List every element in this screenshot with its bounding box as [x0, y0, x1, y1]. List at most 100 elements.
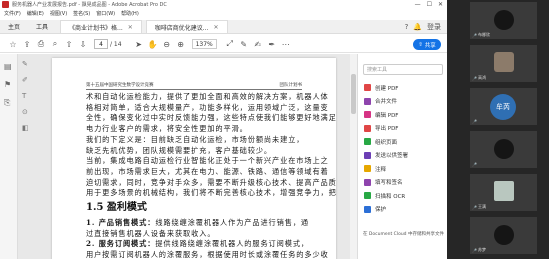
- tool-send-sign[interactable]: 发送以供签署: [364, 149, 408, 163]
- next-page-icon[interactable]: ⇩: [76, 40, 90, 49]
- print-icon[interactable]: ⎙: [34, 39, 48, 49]
- avatar: [494, 10, 514, 30]
- tool-organize-pages[interactable]: 组织页面: [364, 135, 408, 149]
- tab-tools[interactable]: 工具: [28, 20, 56, 33]
- more-icon[interactable]: ⋯: [279, 40, 293, 49]
- participant-tile[interactable]: 牟芮 🎤: [470, 88, 537, 125]
- menu-edit[interactable]: 编辑(E): [27, 10, 44, 17]
- tool-create-pdf[interactable]: 创建 PDF: [364, 81, 408, 95]
- send-sign-icon: [364, 151, 371, 159]
- tab-document-2-label: 咖啡店商优化建议...: [154, 24, 209, 32]
- annotate-icon[interactable]: ✎: [22, 60, 29, 68]
- prev-page-icon[interactable]: ⇧: [62, 40, 76, 49]
- select-cursor-icon[interactable]: ➤: [132, 40, 146, 49]
- fit-page-icon[interactable]: ⤢: [223, 39, 237, 49]
- combine-files-icon: [364, 97, 371, 105]
- tool-protect[interactable]: 保护: [364, 203, 408, 217]
- highlight-icon[interactable]: ◧: [22, 124, 29, 132]
- comment-tool-icon[interactable]: ✎: [237, 40, 251, 49]
- hand-tool-icon[interactable]: ✋: [146, 40, 160, 49]
- upload-icon[interactable]: ⇪: [20, 40, 34, 49]
- share-button[interactable]: ⇧ 共享: [413, 39, 441, 50]
- acrobat-logo-icon: [2, 1, 9, 8]
- pdf-page: 第十五届中国研究生数学设计竞赛 团队计划书 术和自动化运检能力，提供了更加全面和…: [52, 58, 336, 259]
- tool-edit-pdf[interactable]: 编辑 PDF: [364, 108, 408, 122]
- scrollbar-thumb[interactable]: [351, 74, 356, 114]
- mic-icon: 🎤: [472, 162, 477, 167]
- mic-icon: 🎤: [472, 204, 477, 210]
- tab-document[interactable]: 《商业计划书》格... ✕: [60, 20, 142, 33]
- minimize-button[interactable]: —: [415, 1, 421, 8]
- page-number-input[interactable]: 4: [94, 39, 108, 49]
- menu-file[interactable]: 文件(F): [4, 10, 21, 17]
- body-line: 当前，集成电路自动运检行业智能化正处于一个新兴产业在市场上之: [86, 156, 329, 166]
- vertical-scrollbar[interactable]: [350, 54, 357, 259]
- bell-icon[interactable]: 🔔: [413, 23, 422, 31]
- toolbar: ☆ ⇪ ⎙ ⌕ ⇧ ⇩ 4 / 14 ➤ ✋ ⊖ ⊕ 137% ⤢ ✎ ✍ ✒ …: [0, 36, 447, 53]
- participant-tile[interactable]: 🎤 布娜欣: [470, 2, 537, 39]
- tools-search-input[interactable]: 搜索工具: [363, 64, 443, 75]
- tool-label: 扫描和 OCR: [375, 193, 406, 200]
- header-right: 团队计划书: [279, 83, 303, 88]
- tab-document-label: 《商业计划书》格...: [69, 24, 123, 32]
- tab-bar: 主页 工具 《商业计划书》格... ✕ 咖啡店商优化建议... ✕ ? 🔔 登录: [0, 20, 447, 34]
- close-button[interactable]: ✕: [438, 1, 443, 8]
- participant-tile[interactable]: 🎤: [470, 131, 537, 168]
- tool-comment[interactable]: 注释: [364, 162, 408, 176]
- tab-home[interactable]: 主页: [0, 20, 28, 33]
- participant-tile[interactable]: 🎤 王满: [470, 174, 537, 211]
- text-icon[interactable]: T: [22, 92, 29, 100]
- bookmarks-panel-icon[interactable]: ⚑: [4, 80, 11, 89]
- menu-sign[interactable]: 签名(S): [73, 10, 90, 17]
- list-line: 过直接销售机器人设备来获取收入。: [86, 229, 316, 240]
- close-tab-2-icon[interactable]: ✕: [214, 24, 219, 31]
- window-title: 服务机器人产业发展报告.pdf - 飘晃成品图 - Adobe Acrobat …: [12, 2, 167, 8]
- tool-combine-files[interactable]: 合并文件: [364, 95, 408, 109]
- search-icon[interactable]: ⌕: [48, 39, 62, 49]
- tool-list: 创建 PDF 合并文件 编辑 PDF 导出 PDF 组织页面 发送以供签署 注释…: [364, 81, 408, 216]
- attachments-icon[interactable]: ⎘: [4, 98, 10, 108]
- body-line: 缺乏先机优势，团队规模需要扩充，客户基础较少。: [86, 145, 273, 155]
- zoom-select[interactable]: 137%: [191, 39, 217, 49]
- menu-bar: 文件(F) 编辑(E) 视图(V) 签名(S) 窗口(W) 帮助(H): [0, 9, 447, 18]
- draw-icon[interactable]: ✐: [22, 76, 29, 84]
- tool-label: 组织页面: [375, 139, 398, 146]
- export-pdf-icon: [364, 124, 371, 132]
- sign-tool-icon[interactable]: ✒: [265, 40, 279, 49]
- pen-tool-icon[interactable]: ✍: [251, 40, 265, 49]
- participant-tile[interactable]: 🎤 高鸿: [470, 45, 537, 82]
- menu-view[interactable]: 视图(V): [50, 10, 67, 17]
- document-area[interactable]: ✎ ✐ T ⊙ ◧ 第十五届中国研究生数学设计竞赛 团队计划书 术和自动化运检能…: [18, 54, 350, 259]
- page-thumbnails-icon[interactable]: ▤: [4, 62, 12, 71]
- help-icon[interactable]: ?: [405, 23, 409, 31]
- tool-fill-sign[interactable]: 填写和签名: [364, 176, 408, 190]
- tool-scan-ocr[interactable]: 扫描和 OCR: [364, 189, 408, 203]
- tool-label: 编辑 PDF: [375, 112, 399, 119]
- participant-tile[interactable]: 🎤 苏梦: [470, 217, 537, 254]
- body-line: 电力行业客户的需求，将安全性更加的平滑。: [86, 124, 248, 134]
- maximize-button[interactable]: ☐: [427, 1, 432, 8]
- mic-icon: 🎤: [472, 32, 477, 38]
- close-tab-icon[interactable]: ✕: [128, 24, 133, 31]
- zoom-out-icon[interactable]: ⊖: [160, 40, 174, 49]
- list-line: 用户按需订阅机器人的涂覆服务，根据使用时长或涂覆任务的多少收: [86, 250, 328, 259]
- menu-window[interactable]: 窗口(W): [96, 10, 115, 17]
- tab-document-2[interactable]: 咖啡店商优化建议... ✕: [145, 20, 228, 33]
- list-text: 1. 产品销售模式：线路绕缠涂覆机器人作为产品进行销售，通 过直接销售机器人设备…: [86, 218, 328, 259]
- list-body: 提供线路绕缠涂覆机器人的服务订阅模式，: [155, 239, 309, 249]
- mic-icon: 🎤: [472, 247, 477, 253]
- bookmark-icon[interactable]: ☆: [6, 40, 20, 49]
- stamp-icon[interactable]: ⊙: [22, 108, 29, 116]
- section-title: 1.5 盈利模式: [86, 202, 147, 213]
- tool-export-pdf[interactable]: 导出 PDF: [364, 122, 408, 136]
- zoom-in-icon[interactable]: ⊕: [174, 40, 188, 49]
- scan-ocr-icon: [364, 192, 371, 200]
- tool-label: 创建 PDF: [375, 85, 399, 92]
- tool-label: 合并文件: [375, 99, 398, 106]
- body-line: 格相对简单，适合大规模量产，功能多样化，运用领域广泛，这量变: [86, 102, 329, 112]
- list-line: 2. 服务订阅模式：提供线路绕缠涂覆机器人的服务订阅模式，: [86, 239, 316, 250]
- menu-help[interactable]: 帮助(H): [121, 10, 139, 17]
- login-button[interactable]: 登录: [427, 22, 441, 32]
- fill-sign-icon: [364, 178, 371, 186]
- left-nav: ▤ ⚑ ⎘: [0, 54, 18, 259]
